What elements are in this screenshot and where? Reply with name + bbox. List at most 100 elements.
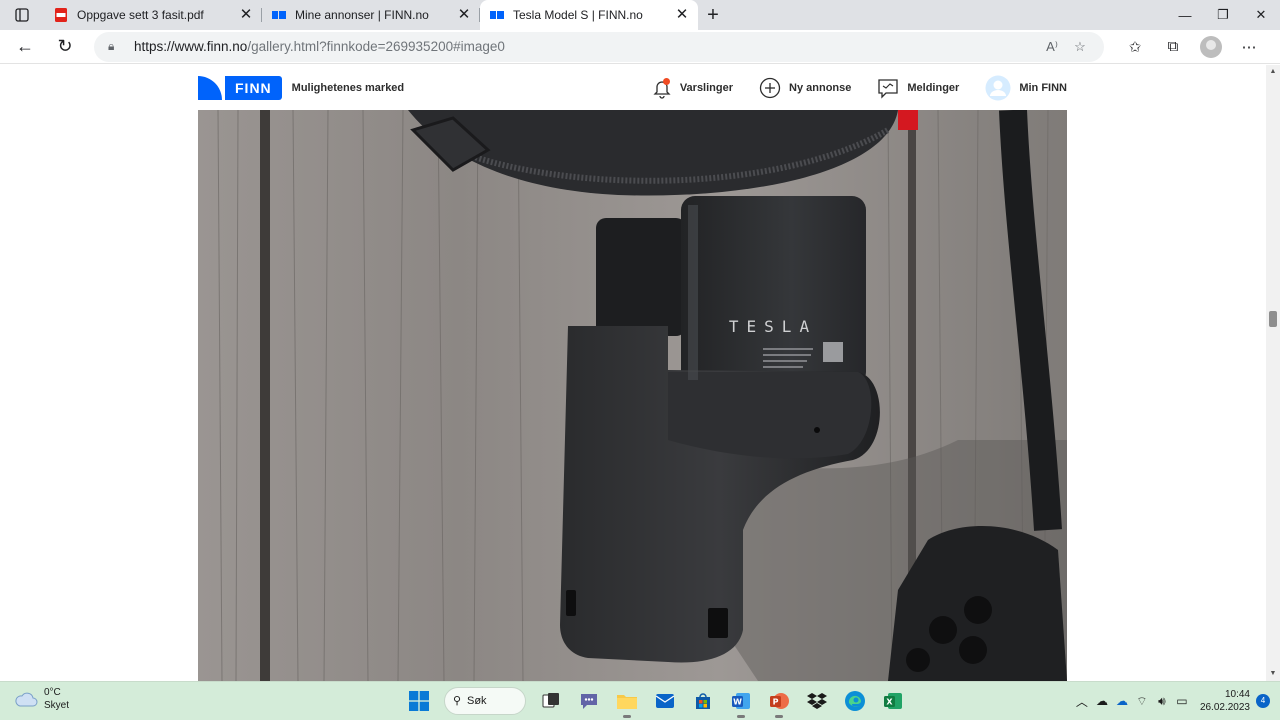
start-button[interactable] xyxy=(404,686,434,716)
task-view-icon xyxy=(542,693,559,708)
address-bar[interactable]: 🔒︎ https://www.finn.no/gallery.html?finn… xyxy=(94,31,1104,62)
lock-icon: 🔒︎ xyxy=(108,39,115,53)
windows-logo-icon xyxy=(409,691,429,711)
page-scrollbar[interactable]: ▲ ▼ xyxy=(1266,65,1280,681)
store-app[interactable] xyxy=(688,686,718,716)
read-aloud-icon[interactable]: A⁾ xyxy=(1038,39,1066,55)
pdf-file-icon xyxy=(54,8,68,22)
search-label: Søk xyxy=(467,695,487,707)
taskbar-apps: ⚲ Søk W P X xyxy=(400,686,912,718)
teams-chat-app[interactable] xyxy=(574,686,604,716)
gallery-image[interactable]: TESLA xyxy=(198,110,1067,681)
task-view-button[interactable] xyxy=(536,686,566,716)
taskbar-search[interactable]: ⚲ Søk xyxy=(444,687,526,715)
close-tab-icon[interactable]: ✕ xyxy=(674,7,690,23)
mail-app[interactable] xyxy=(650,686,680,716)
nav-label: Meldinger xyxy=(907,81,960,94)
network-icon[interactable]: ⌔ xyxy=(1132,694,1152,709)
message-icon xyxy=(877,77,899,99)
nav-meldinger[interactable]: Meldinger xyxy=(877,77,959,99)
close-tab-icon[interactable]: ✕ xyxy=(238,7,254,23)
show-hidden-icons-icon[interactable]: ︿ xyxy=(1072,693,1092,710)
finn-favicon-icon xyxy=(490,8,504,22)
tesla-brand-text: TESLA xyxy=(729,317,817,336)
file-explorer-app[interactable] xyxy=(612,686,642,718)
new-tab-button[interactable]: + xyxy=(698,0,728,30)
finn-logo-text: FINN xyxy=(225,75,282,100)
toolbar-actions: ✩ ⧉ ⋯ xyxy=(1116,35,1268,58)
finn-header: FINN Mulighetenes marked Varslinger Ny a… xyxy=(198,65,1067,110)
collections-icon[interactable]: ⧉ xyxy=(1154,38,1192,55)
window-controls: — ❐ ✕ xyxy=(1166,0,1280,30)
dropbox-app[interactable] xyxy=(802,686,832,716)
scrollbar-thumb[interactable] xyxy=(1269,311,1277,327)
svg-text:W: W xyxy=(733,698,742,707)
scroll-up-icon[interactable]: ▲ xyxy=(1266,65,1280,79)
system-tray: ︿ ☁ ☁ ⌔ 🔊︎ ▭ 10:44 26.02.2023 4 xyxy=(1072,686,1270,716)
word-icon: W xyxy=(732,693,750,709)
word-app[interactable]: W xyxy=(726,686,756,718)
tab-mine-annonser[interactable]: Mine annonser | FINN.no ✕ xyxy=(262,0,480,30)
url-path: /gallery.html?finnkode=269935200#image0 xyxy=(247,39,505,54)
chat-icon xyxy=(581,694,597,709)
finn-tagline: Mulighetenes marked xyxy=(291,81,405,94)
reload-icon: ↻ xyxy=(57,36,73,56)
scroll-down-icon[interactable]: ▼ xyxy=(1266,667,1280,681)
powerpoint-icon: P xyxy=(770,693,789,709)
nav-label: Varslinger xyxy=(679,81,734,94)
edge-browser-app[interactable] xyxy=(840,686,870,716)
nav-min-finn[interactable]: Min FINN xyxy=(985,75,1067,101)
minimize-icon: — xyxy=(1178,7,1192,23)
svg-text:X: X xyxy=(886,698,893,707)
tab-title: Oppgave sett 3 fasit.pdf xyxy=(77,8,204,22)
close-tab-icon[interactable]: ✕ xyxy=(456,7,472,23)
tab-actions-button[interactable] xyxy=(0,0,44,30)
nav-varslinger[interactable]: Varslinger xyxy=(652,77,733,99)
plus-circle-icon xyxy=(759,77,781,99)
favorites-icon[interactable]: ✩ xyxy=(1116,38,1154,56)
finn-nav: Varslinger Ny annonse Meldinger Min FINN xyxy=(626,75,1067,101)
store-icon xyxy=(696,693,710,709)
more-menu-icon[interactable]: ⋯ xyxy=(1230,38,1268,56)
weather-temp: 0°C xyxy=(44,687,61,698)
excel-app[interactable]: X xyxy=(878,686,908,716)
finn-favicon-icon xyxy=(272,8,286,22)
tab-tesla-model-s[interactable]: Tesla Model S | FINN.no ✕ xyxy=(480,0,698,30)
battery-icon[interactable]: ▭ xyxy=(1172,694,1192,708)
user-avatar-icon xyxy=(985,75,1011,101)
onedrive-cloud-icon[interactable]: ☁ xyxy=(1092,694,1112,708)
nav-ny-annonse[interactable]: Ny annonse xyxy=(759,77,851,99)
plus-icon: + xyxy=(707,3,719,26)
volume-icon[interactable]: 🔊︎ xyxy=(1152,694,1172,709)
clock[interactable]: 10:44 26.02.2023 xyxy=(1200,688,1250,714)
add-favorite-icon[interactable]: ☆ xyxy=(1066,39,1094,55)
reload-button[interactable]: ↻ xyxy=(50,32,80,62)
onedrive-blue-icon[interactable]: ☁ xyxy=(1112,694,1132,708)
powerpoint-app[interactable]: P xyxy=(764,686,794,718)
folder-icon xyxy=(617,695,637,709)
back-button[interactable]: ← xyxy=(10,32,40,62)
edge-icon xyxy=(845,691,865,711)
tab-pdf[interactable]: Oppgave sett 3 fasit.pdf ✕ xyxy=(44,0,262,30)
clock-time: 10:44 xyxy=(1224,689,1250,700)
clock-date: 26.02.2023 xyxy=(1199,702,1250,713)
minimize-button[interactable]: — xyxy=(1166,0,1204,30)
search-icon: ⚲ xyxy=(453,695,462,707)
arrow-left-icon: ← xyxy=(16,36,34,56)
close-window-button[interactable]: ✕ xyxy=(1242,0,1280,30)
bell-icon xyxy=(652,77,672,99)
browser-toolbar: ← ↻ 🔒︎ https://www.finn.no/gallery.html?… xyxy=(0,30,1280,64)
tab-title: Mine annonser | FINN.no xyxy=(295,8,429,22)
mail-icon xyxy=(655,694,675,708)
restore-button[interactable]: ❐ xyxy=(1204,0,1242,30)
notification-badge[interactable]: 4 xyxy=(1256,694,1270,708)
weather-widget[interactable]: 0°C Skyet xyxy=(14,686,69,712)
page-content: FINN Mulighetenes marked Varslinger Ny a… xyxy=(0,65,1266,681)
dropbox-icon xyxy=(807,693,827,709)
finn-logo[interactable]: FINN xyxy=(198,75,282,100)
restore-icon: ❐ xyxy=(1217,7,1229,22)
tab-actions-icon xyxy=(15,8,29,22)
profile-avatar[interactable] xyxy=(1200,35,1222,58)
tab-title: Tesla Model S | FINN.no xyxy=(513,8,643,22)
excel-icon: X xyxy=(884,693,902,709)
